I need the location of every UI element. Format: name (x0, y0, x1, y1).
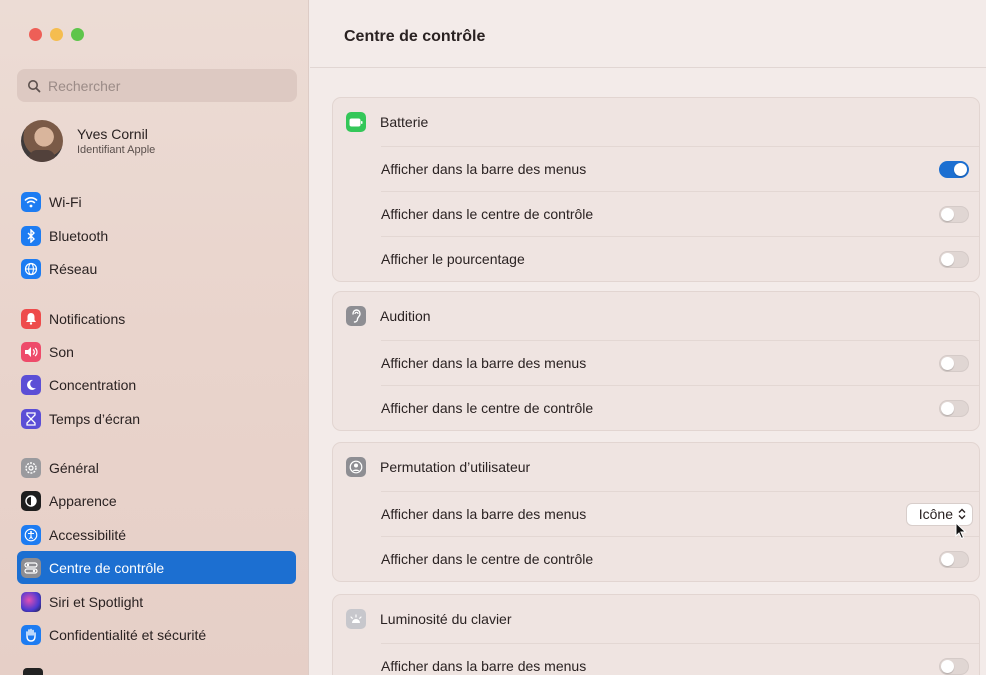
siri-icon (21, 591, 41, 612)
sidebar-item-general[interactable]: Général (21, 453, 297, 482)
setting-row: Afficher dans le centre de contrôle (381, 536, 979, 581)
control-center-icon (21, 557, 41, 578)
menu-bar-toggle[interactable] (939, 657, 969, 675)
sidebar-item-label: Bluetooth (49, 227, 109, 244)
chevron-up-down-icon (958, 508, 966, 520)
sidebar: Rechercher Yves Cornil Identifiant Apple… (0, 0, 309, 675)
control-center-toggle[interactable] (939, 550, 969, 568)
sidebar-item-bluetooth[interactable]: Bluetooth (21, 221, 297, 250)
wifi-icon (21, 191, 41, 212)
bell-icon (21, 308, 41, 329)
moon-icon (21, 374, 41, 395)
title-bar: Centre de contrôle (310, 12, 986, 68)
section-permutation-utilisateur: Permutation d’utilisateur Afficher dans … (332, 442, 980, 582)
hand-icon (21, 624, 41, 645)
user-subtitle: Identifiant Apple (77, 144, 156, 156)
sidebar-item-apparence[interactable]: Apparence (21, 486, 297, 515)
sidebar-item-confidentialite[interactable]: Confidentialité et sécurité (21, 620, 297, 649)
speaker-icon (21, 341, 41, 362)
setting-row: Afficher dans le centre de contrôle (381, 385, 979, 430)
accessibility-icon (21, 524, 41, 545)
sidebar-item-label: Confidentialité et sécurité (49, 626, 207, 643)
window-controls (29, 28, 84, 41)
setting-label: Afficher dans la barre des menus (381, 355, 587, 371)
section-title: Audition (380, 308, 431, 324)
globe-icon (21, 258, 41, 279)
sidebar-item-centre-de-controle[interactable]: Centre de contrôle (17, 551, 296, 584)
control-center-toggle[interactable] (939, 399, 969, 417)
sidebar-item-label: Centre de contrôle (49, 559, 165, 576)
setting-row: Afficher dans la barre des menus (381, 643, 979, 675)
section-header: Luminosité du clavier (333, 595, 979, 643)
menu-bar-toggle[interactable] (939, 354, 969, 372)
ear-icon (346, 306, 366, 326)
zoom-window-button[interactable] (71, 28, 84, 41)
select-value: Icône (918, 506, 953, 522)
sidebar-item-wifi[interactable]: Wi-Fi (21, 187, 297, 216)
sidebar-item-label: Accessibilité (49, 526, 127, 543)
section-header: Audition (333, 292, 979, 340)
mouse-cursor-icon (955, 521, 967, 540)
setting-label: Afficher dans la barre des menus (381, 658, 587, 674)
sidebar-item-reseau[interactable]: Réseau (21, 254, 297, 283)
menu-bar-toggle[interactable] (939, 160, 969, 178)
sidebar-item-label: Général (49, 459, 99, 476)
keyboard-brightness-icon (346, 609, 366, 629)
section-audition: Audition Afficher dans la barre des menu… (332, 291, 980, 431)
close-window-button[interactable] (29, 28, 42, 41)
sidebar-item-concentration[interactable]: Concentration (21, 370, 297, 399)
gear-icon (21, 457, 41, 478)
search-field[interactable]: Rechercher (17, 69, 297, 102)
sidebar-item-label: Siri et Spotlight (49, 593, 144, 610)
user-switch-icon (346, 457, 366, 477)
minimize-window-button[interactable] (50, 28, 63, 41)
section-batterie: Batterie Afficher dans la barre des menu… (332, 97, 980, 282)
setting-row: Afficher le pourcentage (381, 236, 979, 281)
sidebar-item-label: Wi-Fi (49, 193, 82, 210)
section-title: Batterie (380, 114, 429, 130)
sidebar-item-accessibilite[interactable]: Accessibilité (21, 520, 297, 549)
setting-label: Afficher dans le centre de contrôle (381, 551, 594, 567)
sidebar-item-label: Concentration (49, 376, 137, 393)
battery-icon (346, 112, 366, 132)
sidebar-item-son[interactable]: Son (21, 337, 297, 366)
percentage-toggle[interactable] (939, 250, 969, 268)
sidebar-item-siri-spotlight[interactable]: Siri et Spotlight (21, 587, 297, 616)
sidebar-item-label: Apparence (49, 492, 117, 509)
sidebar-item-label: Réseau (49, 260, 98, 277)
main-content: Centre de contrôle Afficher dans le cent… (310, 0, 986, 675)
section-header: Batterie (333, 98, 979, 146)
sidebar-item-temps-ecran[interactable]: Temps d’écran (21, 404, 297, 433)
avatar (21, 120, 63, 162)
apple-account[interactable]: Yves Cornil Identifiant Apple (21, 116, 291, 166)
setting-label: Afficher dans le centre de contrôle (381, 206, 594, 222)
section-title: Permutation d’utilisateur (380, 459, 531, 475)
page-title: Centre de contrôle (344, 28, 486, 45)
section-title: Luminosité du clavier (380, 611, 512, 627)
sidebar-item-label: Notifications (49, 310, 126, 327)
bluetooth-icon (21, 225, 41, 246)
section-header: Permutation d’utilisateur (333, 443, 979, 491)
setting-label: Afficher dans la barre des menus (381, 161, 587, 177)
setting-label: Afficher dans le centre de contrôle (381, 400, 594, 416)
sidebar-item-label: Temps d’écran (49, 410, 141, 427)
sidebar-item-label: Son (49, 343, 74, 360)
appearance-icon (21, 490, 41, 511)
hourglass-icon (21, 408, 41, 429)
setting-row: Afficher dans le centre de contrôle (381, 191, 979, 236)
sidebar-item-notifications[interactable]: Notifications (21, 304, 297, 333)
setting-row: Afficher dans la barre des menus (381, 146, 979, 191)
setting-row: Afficher dans la barre des menus Icône (381, 491, 979, 536)
user-name: Yves Cornil (77, 126, 148, 142)
search-icon (26, 78, 42, 94)
setting-label: Afficher le pourcentage (381, 251, 525, 267)
setting-row: Afficher dans la barre des menus (381, 340, 979, 385)
sidebar-item-partial (23, 668, 43, 675)
control-center-toggle[interactable] (939, 205, 969, 223)
section-luminosite-clavier: Luminosité du clavier Afficher dans la b… (332, 594, 980, 675)
setting-label: Afficher dans la barre des menus (381, 506, 587, 522)
search-placeholder: Rechercher (48, 77, 121, 94)
